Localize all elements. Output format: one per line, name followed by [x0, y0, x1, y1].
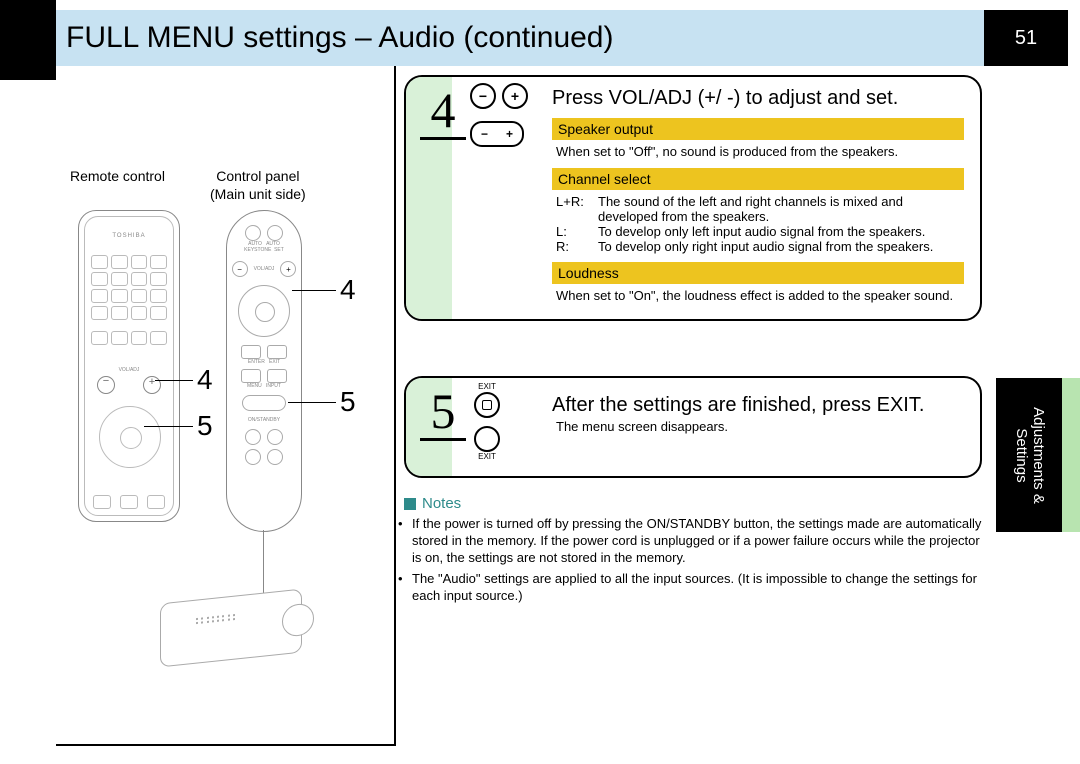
remote-vol-minus	[97, 376, 115, 394]
callout-line	[292, 290, 336, 291]
channel-select-heading: Channel select	[552, 168, 964, 190]
page-title: FULL MENU settings – Audio (continued)	[66, 21, 614, 55]
left-spine	[0, 0, 56, 80]
projector-image	[160, 582, 310, 678]
exit-icon	[474, 392, 500, 418]
step-5-text: The menu screen disappears.	[556, 419, 964, 435]
exit-label-top: EXIT	[474, 382, 500, 391]
page-number: 51	[1015, 27, 1037, 50]
notes-title: Notes	[422, 495, 461, 512]
step-5-box: 5 EXIT EXIT After the settings are finis…	[404, 376, 982, 478]
header-bar: FULL MENU settings – Audio (continued)	[56, 10, 994, 66]
voladj-row: VOL/ADJ	[89, 376, 169, 394]
exit-label-bottom: EXIT	[474, 452, 500, 461]
remote-control-label: Remote control	[70, 167, 165, 185]
remote-vol-plus	[143, 376, 161, 394]
loudness-heading: Loudness	[552, 262, 964, 284]
page-number-box: 51	[984, 10, 1068, 66]
callout-5-remote: 5	[197, 410, 213, 442]
note-item: The "Audio" settings are applied to all …	[412, 571, 984, 605]
exit-panel-icon	[474, 426, 500, 452]
voladj-label: VOL/ADJ	[89, 367, 169, 373]
callout-4-remote: 4	[197, 364, 213, 396]
panel-dpad	[238, 285, 290, 337]
callout-line	[155, 380, 193, 381]
panel-vol-minus: −	[232, 261, 248, 277]
control-panel-image: AUTO AUTOKEYSTONE SET − VOL/ADJ + ENTER …	[226, 210, 302, 532]
step-5-number: 5	[422, 382, 464, 440]
notes-marker-icon	[404, 498, 416, 510]
note-item: If the power is turned off by pressing t…	[412, 516, 984, 567]
side-tab-text: Adjustments & Settings	[996, 378, 1062, 532]
speaker-output-text: When set to "Off", no sound is produced …	[556, 144, 964, 160]
callout-4-panel: 4	[340, 274, 356, 306]
minus-icon: −	[470, 83, 496, 109]
callout-line	[288, 402, 336, 403]
step-5-title: After the settings are finished, press E…	[552, 394, 964, 417]
channel-select-rows: L+R:The sound of the left and right chan…	[556, 194, 964, 254]
remote-dpad	[99, 406, 161, 468]
step-4-number: 4	[422, 81, 464, 139]
side-tab-accent	[1062, 378, 1080, 532]
notes-header: Notes	[404, 495, 461, 512]
column-divider	[394, 66, 396, 746]
callout-5-panel: 5	[340, 386, 356, 418]
notes-list: •If the power is turned off by pressing …	[398, 516, 984, 608]
callout-line	[144, 426, 193, 427]
voladj-panel-icon: −+	[470, 121, 524, 147]
voladj-icon-row: − +	[470, 83, 528, 109]
plus-icon: +	[502, 83, 528, 109]
remote-control-image: TOSHIBA VOL/ADJ	[78, 210, 180, 522]
step-4-box: 4 − + −+ Press VOL/ADJ (+/ -) to adjust …	[404, 75, 982, 321]
panel-standby	[242, 395, 286, 411]
column-bottom-rule	[56, 744, 396, 746]
speaker-output-heading: Speaker output	[552, 118, 964, 140]
brand-label: TOSHIBA	[79, 233, 179, 239]
panel-vol-plus: +	[280, 261, 296, 277]
control-panel-label: Control panel (Main unit side)	[210, 167, 306, 203]
step-4-title: Press VOL/ADJ (+/ -) to adjust and set.	[552, 87, 964, 110]
loudness-text: When set to "On", the loudness effect is…	[556, 288, 964, 304]
